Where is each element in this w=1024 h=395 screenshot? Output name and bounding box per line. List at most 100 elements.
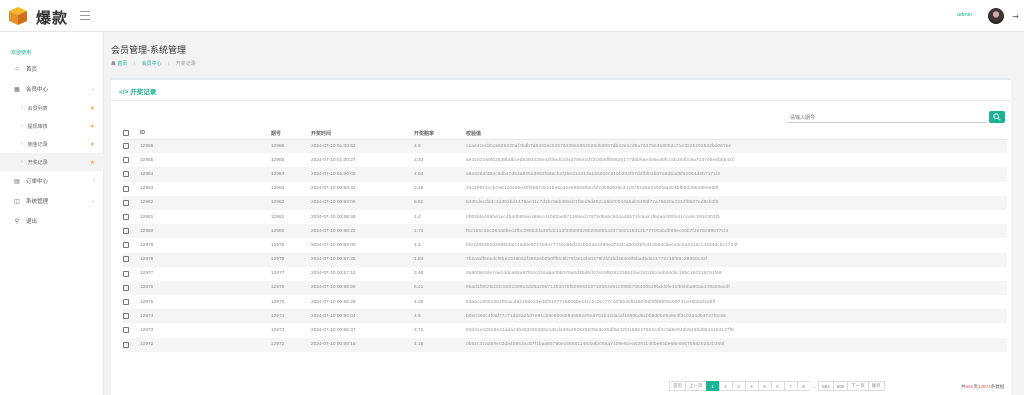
row-id: 12982 [140,195,271,210]
sidebar-subitem-commission[interactable]: › 佣金记录 ★ [0,135,104,153]
row-time: 2024-07-10 00:57:13 [311,271,356,277]
page-button[interactable]: 865 [832,381,849,391]
column-header-hash[interactable]: 校验值 [466,128,1007,140]
user-name-link[interactable]: admin [957,12,972,18]
sidebar-item-home[interactable]: ⌂ 首页 [0,60,104,78]
row-checkbox[interactable] [123,242,129,249]
row-odds: 4.9 [414,139,466,154]
row-hash: a6e8264f46ec6db47d53a945a3963fe8ecb2f3be… [466,167,1007,182]
row-time: 2024-07-10 00:55:37 [311,328,356,334]
lottery-table: ID 期号 开奖时间 开奖赔率 校验值 12986 12986 2024-07-10… [123,128,1007,352]
row-id: 12975 [140,299,154,305]
row-select-cell [123,337,140,352]
row-checkbox[interactable] [123,213,129,220]
page-last-button[interactable]: 尾页 [867,381,885,391]
row-hash: 60d41e106e8e21adac4be53250206e145d449a29… [466,328,734,334]
search-button[interactable] [989,111,1005,123]
table-row: 12982 12982 2024-07-10 00:59:06 5.61 9430dec… [123,195,1007,210]
row-checkbox[interactable] [123,341,129,348]
row-checkbox[interactable] [123,143,129,150]
sidebar-subitem-withdraw[interactable]: › 提现审核 ★ [0,117,104,135]
sidebar-item-label: 首页 [26,67,38,73]
row-time: 2024-07-10 01:00:53 [311,139,414,154]
table-row: 12976 12976 2024-07-10 00:56:56 5.41 6bad1f9… [123,280,1007,296]
logout-arrow-icon[interactable]: ➞ [1012,12,1019,21]
page-button[interactable]: 864 [818,381,834,391]
row-checkbox[interactable] [123,327,129,334]
sidebar-item-label: 订单中心 [26,179,49,185]
chart-icon: ▤ [14,178,20,185]
row-hash: 34c29572ccb7e61c0ed6e49f39673211be5c4e49… [466,186,719,192]
row-checkbox[interactable] [123,199,129,206]
row-select-cell [123,167,140,182]
page-button-current[interactable]: 1 [705,381,720,391]
page-button[interactable]: 7 [783,381,798,391]
home-icon: ⌂ [15,66,19,72]
row-period: 12978 [271,252,311,267]
row-hash: c1ae4cecbbc5629930af3bdb7d8392ec53576436… [466,139,1007,154]
row-period: 12977 [271,271,285,277]
row-id: 12981 [140,214,154,220]
sidebar-subitem-member-list[interactable]: › 会员列表 ★ [0,99,104,117]
avatar[interactable] [988,8,1004,24]
row-hash: ae3182160f02538bdbced5384425e420fedca34d… [466,157,735,163]
sidebar-subitem-lottery[interactable]: › 开奖记录 ★ [0,153,104,171]
page-button[interactable]: 2 [718,381,733,391]
code-icon: </> [119,89,129,96]
row-checkbox[interactable] [123,228,129,235]
row-checkbox[interactable] [123,284,129,291]
page-button[interactable]: 6 [770,381,785,391]
row-hash: 9430decdd4c3d302bd1479ae11c7d2bc9eb069cb… [466,195,1007,210]
sidebar-item-order[interactable]: ▤ 订单中心 › [0,172,104,190]
row-checkbox[interactable] [123,270,129,277]
row-checkbox[interactable] [123,157,129,164]
row-id: 12983 [140,186,154,192]
breadcrumb-separator: / [133,61,136,67]
key-icon: ⚲ [14,218,20,225]
total-suffix: 条数据 [990,384,1005,389]
column-header-odds[interactable]: 开奖赔率 [414,128,466,140]
search-input[interactable] [787,113,987,123]
breadcrumb-member[interactable]: 会员中心 [142,61,162,67]
home-icon: ☗ [111,61,117,67]
row-id: 12979 [140,242,154,248]
breadcrumb-current: 开奖记录 [175,61,196,67]
row-id: 12976 [140,280,271,296]
chevron-right-icon: › [21,123,23,129]
row-odds: 3.48 [414,271,424,277]
row-checkbox[interactable] [123,185,129,192]
table-row: 12978 12978 2024-07-10 00:57:35 1.84 7b2a5df… [123,252,1007,267]
menu-toggle-icon[interactable] [80,11,90,20]
select-all-checkbox[interactable] [123,130,129,137]
row-checkbox[interactable] [123,171,129,178]
page-button[interactable]: 8 [796,381,811,391]
row-time: 2024-07-10 00:58:00 [311,242,356,248]
table-header-row: ID 期号 开奖时间 开奖赔率 校验值 [123,128,1007,140]
sidebar-item-system[interactable]: ◫ 系统管理 ⌄ [0,192,104,210]
column-header-id[interactable]: ID [140,128,271,140]
row-hash: 5f61296382d2695b8dc1ed8e8727e9a7771b29bd… [466,242,738,248]
page-button[interactable]: 5 [757,381,772,391]
row-select-cell [123,195,140,210]
page-button[interactable]: 3 [731,381,746,391]
table-row: 12984 12984 2024-07-10 01:00:00 4.94 a6e8264… [123,167,1007,182]
search-icon [993,113,1001,121]
page-prev-button[interactable]: 上一页 [685,381,707,391]
breadcrumb-home[interactable]: 首页 [117,61,127,67]
sidebar-item-logout[interactable]: ⚲ 退出 [0,212,104,230]
row-hash: 93aac18051902f9cacd82166e23ed8f515771600… [466,299,716,305]
row-checkbox[interactable] [123,299,129,306]
sidebar-item-member[interactable]: ▦ 会员中心 ⌄ [0,80,104,98]
page-first-button[interactable]: 首页 [669,381,686,391]
column-header-period[interactable]: 期号 [271,128,311,140]
row-odds: 4.5 [414,309,466,324]
page-button[interactable]: 4 [744,381,759,391]
box-logo-icon [9,7,27,25]
page-next-button[interactable]: 下一页 [847,381,869,391]
chevron-down-icon: ⌄ [90,198,95,204]
row-time: 2024-07-10 00:56:29 [311,299,356,305]
row-checkbox[interactable] [123,313,129,320]
column-header-time[interactable]: 开奖时间 [311,128,414,140]
row-checkbox[interactable] [123,256,129,263]
row-select-cell [123,210,140,224]
